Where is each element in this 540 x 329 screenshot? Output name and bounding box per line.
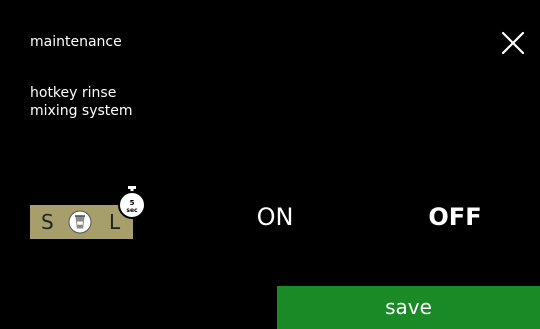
option-off[interactable]: OFF bbox=[415, 201, 495, 233]
option-on[interactable]: ON bbox=[240, 201, 310, 233]
timer-badge: 5 sec bbox=[117, 186, 147, 220]
timer-unit: sec bbox=[126, 207, 138, 214]
hotkey-small-label: S bbox=[41, 210, 54, 234]
cup-icon bbox=[68, 210, 92, 234]
timer-value: 5 bbox=[129, 199, 135, 207]
setting-label-line2: mixing system bbox=[30, 103, 133, 119]
setting-label: hotkey rinse mixing system bbox=[30, 84, 230, 120]
close-icon bbox=[501, 31, 525, 55]
close-button[interactable] bbox=[498, 28, 528, 58]
save-button[interactable]: save bbox=[277, 286, 540, 329]
page-title: maintenance bbox=[30, 34, 122, 50]
setting-label-line1: hotkey rinse bbox=[30, 85, 117, 101]
